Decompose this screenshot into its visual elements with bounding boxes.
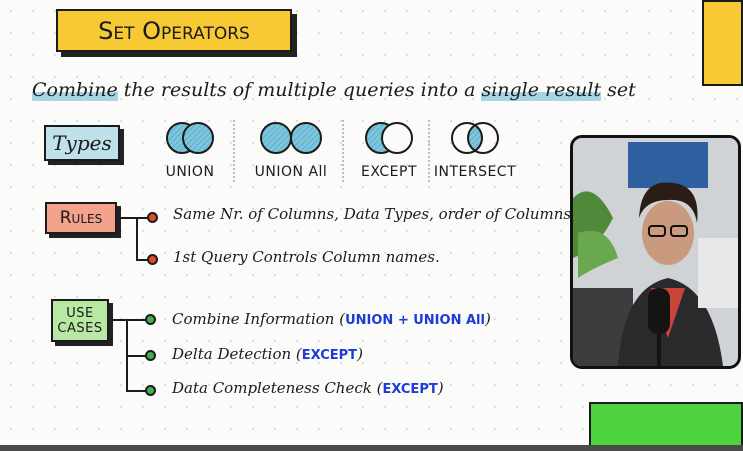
connector xyxy=(126,390,146,392)
venn-union-icon xyxy=(166,122,214,154)
use-case-item: Delta Detection (EXCEPT) xyxy=(172,345,363,363)
use-case-item: Data Completeness Check (EXCEPT) xyxy=(172,379,444,397)
rule-item: Same Nr. of Columns, Data Types, order o… xyxy=(173,205,576,223)
presenter-illustration xyxy=(573,138,738,366)
intersect-operator: INTERSECT xyxy=(432,120,518,180)
bullet-green xyxy=(145,314,156,325)
use-case-ops: EXCEPT xyxy=(382,382,438,397)
rules-tag: Rules xyxy=(45,202,117,234)
use-case-text: Combine Information ( xyxy=(172,310,346,328)
connector xyxy=(126,319,146,321)
divider xyxy=(233,120,235,182)
bullet-green xyxy=(145,350,156,361)
use-case-ops: EXCEPT xyxy=(301,348,358,363)
subtitle-text: the results of multiple queries into a xyxy=(117,79,482,101)
use-case-close: ) xyxy=(484,310,491,328)
venn-intersect-icon xyxy=(451,122,499,154)
union-operator: UNION xyxy=(148,120,232,180)
divider xyxy=(428,120,430,182)
use-case-text: Delta Detection ( xyxy=(172,345,302,363)
union-label: UNION xyxy=(165,164,215,180)
bottom-bar xyxy=(0,445,743,451)
use-case-close: ) xyxy=(357,345,363,363)
subtitle-text-end: set xyxy=(601,79,636,101)
page-title: Set Operators xyxy=(56,9,292,52)
corner-yellow-card xyxy=(702,0,743,86)
union-all-operator: UNION All xyxy=(245,120,337,180)
subtitle: Combine the results of multiple queries … xyxy=(32,79,636,101)
use-case-item: Combine Information (UNION + UNION All) xyxy=(172,310,491,328)
use-cases-label-line1: USE xyxy=(66,305,94,321)
connector xyxy=(126,355,146,357)
bullet-red xyxy=(147,254,158,265)
subtitle-highlight-single-result: single result xyxy=(481,79,602,101)
subtitle-highlight-combine: Combine xyxy=(32,79,118,101)
bottom-green-card xyxy=(589,402,743,451)
use-case-ops: UNION + UNION All xyxy=(345,313,485,328)
rule-item: 1st Query Controls Column names. xyxy=(173,248,440,266)
venn-except-icon xyxy=(365,122,413,154)
types-tag: Types xyxy=(44,125,120,161)
presenter-video xyxy=(570,135,741,369)
use-cases-label-line2: CASES xyxy=(57,320,103,336)
venn-union-all-icon xyxy=(260,122,322,154)
union-all-label: UNION All xyxy=(254,164,328,180)
connector xyxy=(117,217,137,219)
use-cases-tag: USE CASES xyxy=(51,299,109,342)
use-case-close: ) xyxy=(437,379,444,397)
divider xyxy=(342,120,344,182)
except-label: EXCEPT xyxy=(360,164,418,180)
except-operator: EXCEPT xyxy=(353,120,425,180)
bullet-red xyxy=(147,212,158,223)
connector xyxy=(109,319,127,321)
connector xyxy=(136,217,138,261)
bullet-green xyxy=(145,385,156,396)
intersect-label: INTERSECT xyxy=(433,164,517,180)
use-case-text: Data Completeness Check ( xyxy=(172,379,383,397)
